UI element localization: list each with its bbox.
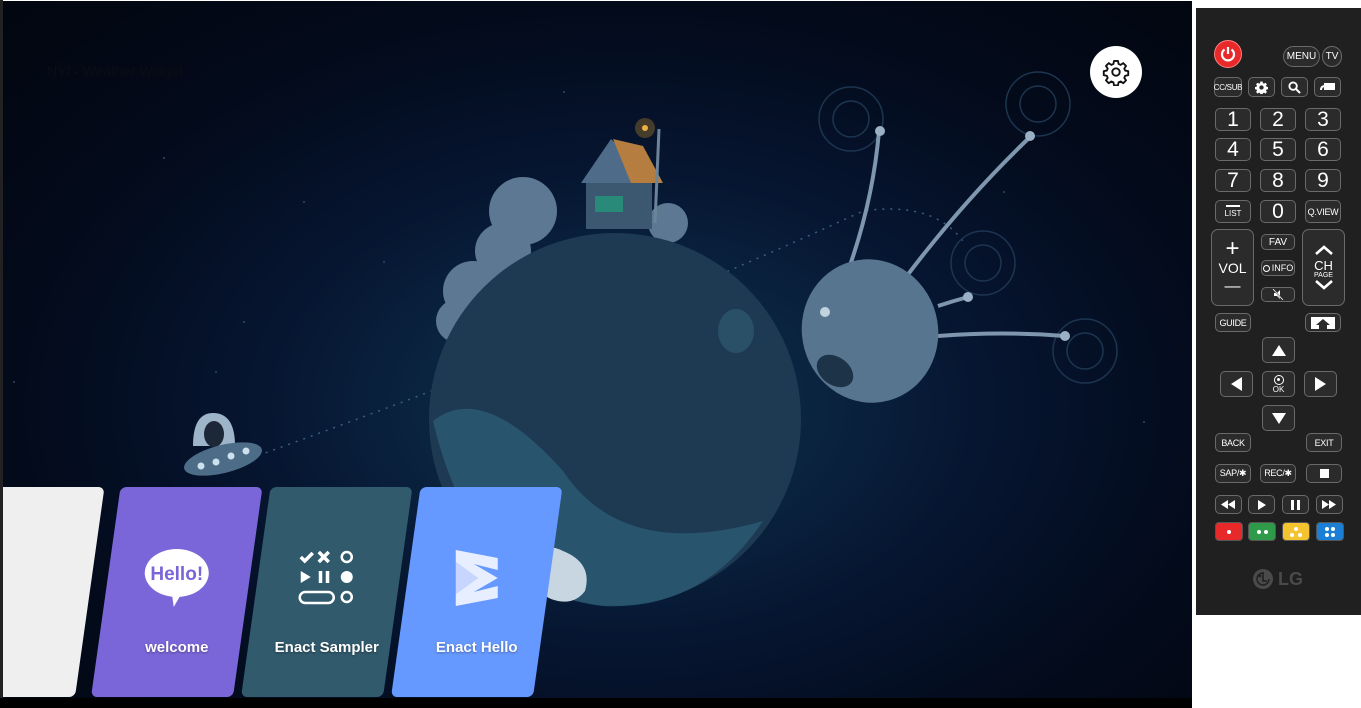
power-button[interactable]	[1214, 40, 1242, 68]
number-4-button[interactable]: 4	[1215, 138, 1251, 161]
play-icon	[1258, 499, 1266, 510]
hello-text: Hello!	[150, 564, 203, 585]
right-button[interactable]	[1304, 371, 1337, 397]
number-2-button[interactable]: 2	[1260, 108, 1296, 131]
settings-remote-button[interactable]	[1248, 77, 1275, 97]
ok-label: OK	[1272, 384, 1285, 394]
sampler-icon	[297, 543, 357, 613]
list-button[interactable]: LIST	[1215, 200, 1251, 223]
arrow-left-icon	[1231, 377, 1242, 391]
satellite-body	[801, 259, 939, 403]
play-button[interactable]	[1248, 495, 1275, 514]
qview-button[interactable]: Q.VIEW	[1305, 200, 1341, 223]
lamp-light	[642, 125, 648, 131]
arrow-right-icon	[1315, 377, 1326, 391]
input-button[interactable]	[1314, 77, 1341, 97]
channel-label: CH	[1314, 258, 1333, 273]
lg-brand-text: LG	[1278, 568, 1303, 589]
yellow-button[interactable]	[1282, 522, 1310, 541]
tv-button[interactable]: TV	[1322, 46, 1342, 67]
info-button[interactable]: INFO	[1261, 260, 1295, 276]
cc-sub-button[interactable]: CC/SUB	[1214, 77, 1243, 97]
channel-up-icon[interactable]	[1314, 244, 1334, 256]
settings-button[interactable]	[1090, 46, 1142, 98]
ufo	[184, 413, 262, 476]
channel-rocker[interactable]: CH PAGE	[1302, 229, 1345, 306]
gear-icon	[1102, 59, 1130, 86]
left-button[interactable]	[1220, 371, 1253, 397]
input-icon	[1319, 83, 1335, 91]
channel-down-icon[interactable]	[1314, 279, 1334, 291]
blue-button[interactable]	[1316, 522, 1344, 541]
lg-logo: LG	[1252, 568, 1303, 590]
number-0-button[interactable]: 0	[1260, 200, 1296, 223]
list-label: LIST	[1224, 209, 1242, 218]
menu-button[interactable]: MENU	[1283, 46, 1320, 67]
hello-bubble-icon: Hello!	[142, 543, 212, 613]
mute-button[interactable]	[1261, 287, 1295, 302]
number-7-button[interactable]: 7	[1215, 169, 1251, 192]
number-6-button[interactable]: 6	[1305, 138, 1341, 161]
down-button[interactable]	[1262, 405, 1295, 431]
pause-icon	[1291, 499, 1300, 510]
app-card-welcome[interactable]: Hello! welcome	[91, 487, 263, 697]
home-icon	[1316, 318, 1330, 329]
red-button[interactable]	[1215, 522, 1243, 541]
four-dots-icon	[1325, 526, 1335, 537]
page-label: PAGE	[1314, 272, 1333, 279]
arrow-up-icon	[1271, 344, 1286, 356]
rec-button[interactable]: REC/✱	[1260, 464, 1296, 483]
volume-up-button[interactable]: +	[1225, 236, 1239, 260]
number-3-button[interactable]: 3	[1305, 108, 1341, 131]
fav-button[interactable]: FAV	[1261, 234, 1295, 250]
power-icon	[1220, 47, 1236, 62]
number-8-button[interactable]: 8	[1260, 169, 1296, 192]
search-icon	[1288, 80, 1301, 94]
number-9-button[interactable]: 9	[1305, 169, 1341, 192]
gear-icon	[1255, 81, 1268, 94]
number-1-button[interactable]: 1	[1215, 108, 1251, 131]
number-5-button[interactable]: 5	[1260, 138, 1296, 161]
app-label-enact-sampler: Enact Sampler	[274, 639, 379, 656]
crater	[718, 309, 754, 353]
guide-button[interactable]: GUIDE	[1215, 313, 1251, 332]
ok-icon	[1273, 374, 1284, 385]
volume-down-button[interactable]: —	[1225, 276, 1241, 298]
app-label-welcome: welcome	[145, 639, 209, 656]
three-dots-icon	[1290, 526, 1302, 537]
fast-forward-icon	[1322, 500, 1336, 509]
sap-button[interactable]: SAP/✱	[1215, 464, 1251, 483]
lg-face-icon	[1253, 569, 1273, 589]
stop-icon	[1319, 469, 1329, 478]
house-window	[595, 196, 623, 212]
tv-screen: NYI - Weather Widget Hello! welcome Enac…	[3, 1, 1192, 698]
app-card-enact-hello[interactable]: Enact Hello	[391, 487, 563, 697]
enact-logo-icon	[452, 543, 502, 613]
volume-rocker[interactable]: + VOL —	[1211, 229, 1254, 306]
search-button[interactable]	[1281, 77, 1308, 97]
stop-button[interactable]	[1306, 464, 1342, 483]
up-button[interactable]	[1262, 337, 1295, 363]
rewind-button[interactable]	[1215, 495, 1242, 514]
mute-icon	[1272, 289, 1284, 300]
app-card-enact-sampler[interactable]: Enact Sampler	[241, 487, 413, 697]
info-icon	[1262, 264, 1270, 272]
rewind-icon	[1221, 500, 1235, 509]
ok-button[interactable]: OK	[1262, 371, 1295, 397]
exit-button[interactable]: EXIT	[1306, 433, 1342, 452]
pause-button[interactable]	[1282, 495, 1309, 514]
fast-forward-button[interactable]	[1316, 495, 1343, 514]
remote-control: MENU TV CC/SUB 1 2 3 4 5 6 7 8 9 LIST 0 …	[1196, 8, 1361, 615]
list-bar-icon	[1226, 205, 1240, 207]
back-button[interactable]: BACK	[1215, 433, 1251, 452]
widget-title: NYI - Weather Widget	[47, 63, 183, 79]
app-label-enact-hello: Enact Hello	[435, 639, 518, 656]
green-button[interactable]	[1248, 522, 1276, 541]
info-label: INFO	[1271, 263, 1294, 273]
volume-label: VOL	[1218, 259, 1247, 276]
tv-bottom-bezel	[0, 698, 1192, 708]
arrow-down-icon	[1271, 412, 1286, 424]
home-button[interactable]	[1305, 313, 1341, 332]
